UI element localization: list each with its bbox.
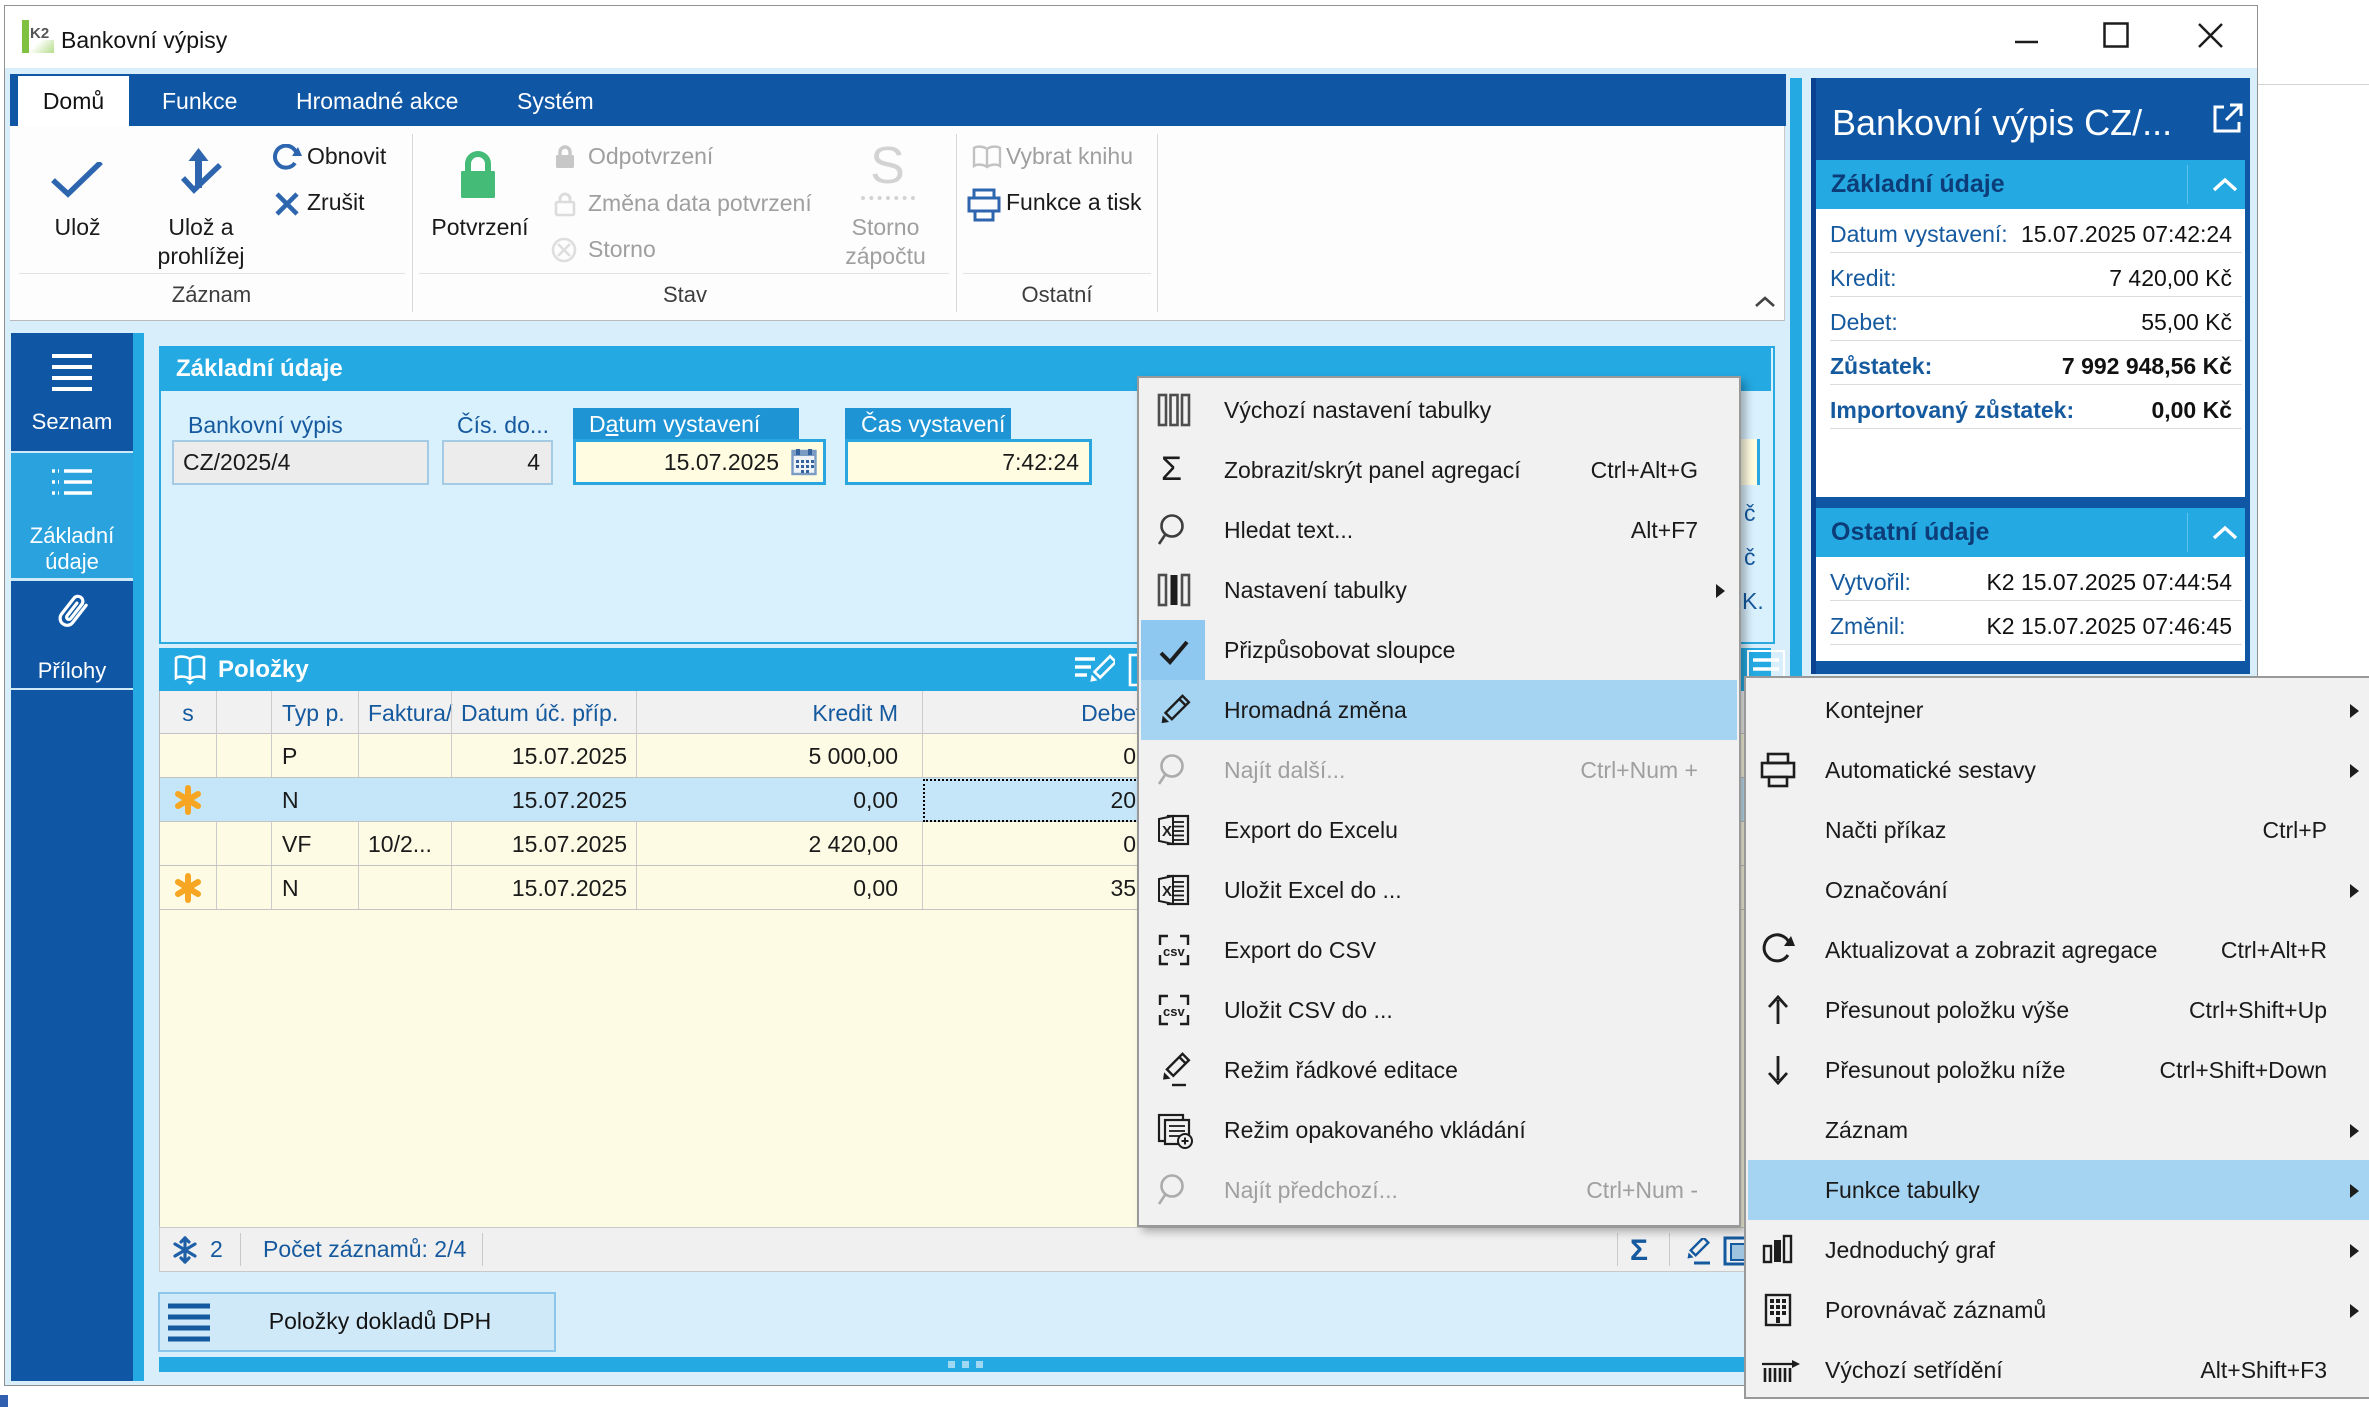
svg-text:csv: csv: [1163, 1004, 1185, 1019]
svg-text:X: X: [1162, 883, 1172, 900]
svg-text:csv: csv: [1163, 944, 1185, 959]
svg-text:X: X: [1162, 823, 1172, 840]
